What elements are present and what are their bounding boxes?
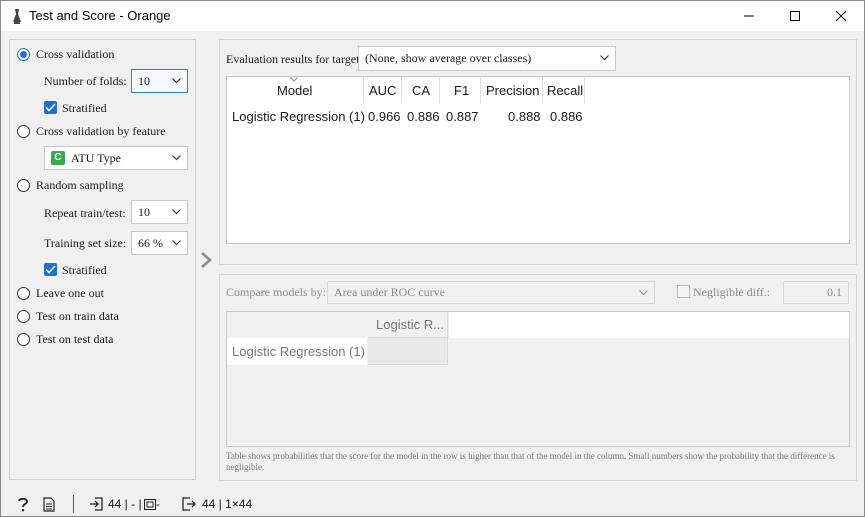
table-corner: [227, 312, 367, 338]
maximize-icon: [790, 11, 800, 21]
folds-combo[interactable]: 10: [131, 69, 188, 93]
orange-app-icon: [13, 9, 21, 24]
title-bar: Test and Score - Orange: [1, 1, 864, 31]
label-cross-validation: Cross validation: [36, 47, 115, 61]
chevron-down-icon: [172, 155, 181, 161]
header-precision-label: Precision: [486, 83, 540, 98]
repeat-value: 10: [138, 205, 150, 219]
compare-row-label: Logistic Regression (1): [232, 344, 365, 359]
output-icon: [182, 497, 196, 511]
stratified-checkbox-1[interactable]: [44, 101, 57, 114]
minimize-icon: [744, 15, 754, 17]
header-fill: [449, 312, 849, 338]
evaluation-table[interactable]: Model AUC CA F1 Precision Recall Logisti…: [226, 76, 850, 244]
chevron-down-icon: [600, 55, 609, 61]
maximize-button[interactable]: [772, 1, 818, 31]
chevron-down-icon: [172, 209, 181, 215]
cell-precision: 0.888: [508, 109, 541, 124]
folds-value: 10: [138, 74, 150, 88]
radio-leave-one-out[interactable]: [17, 287, 30, 300]
label-evaluation-target: Evaluation results for target: [226, 52, 360, 66]
radio-test-on-test[interactable]: [17, 333, 30, 346]
train-size-value: 66 %: [138, 236, 163, 250]
label-random-sampling: Random sampling: [36, 178, 124, 192]
target-combo[interactable]: (None, show average over classes): [358, 46, 616, 71]
negligible-value: 0.1: [827, 285, 842, 299]
status-bar: 44 | - | - 44 | 1×44: [1, 491, 864, 517]
column-header-precision[interactable]: Precision: [481, 77, 543, 103]
window: Test and Score - Orange Cross validation…: [0, 0, 865, 517]
radio-random-sampling[interactable]: [17, 179, 30, 192]
output-summary: 44 | 1×44: [202, 497, 253, 511]
help-icon[interactable]: [17, 497, 29, 512]
cell-recall: 0.886: [550, 109, 583, 124]
check-icon: [45, 103, 56, 112]
input-summary-2: -: [156, 497, 160, 511]
compare-col-label: Logistic R...: [376, 317, 444, 332]
input-summary: 44 | - |: [108, 497, 142, 511]
report-icon[interactable]: [43, 497, 55, 512]
compare-combo[interactable]: Area under ROC curve: [327, 281, 655, 304]
sort-indicator-icon: [290, 77, 298, 82]
feature-value: ATU Type: [71, 151, 121, 165]
target-value: (None, show average over classes): [365, 51, 532, 65]
compare-table[interactable]: Logistic R... Logistic Regression (1): [226, 311, 850, 447]
label-leave-one-out: Leave one out: [36, 286, 104, 300]
data-table-icon: [144, 499, 156, 510]
label-training-set-size: Training set size:: [44, 236, 127, 250]
header-recall-label: Recall: [547, 83, 584, 98]
negligible-checkbox[interactable]: [677, 285, 690, 298]
chevron-down-icon: [172, 78, 181, 84]
chevron-down-icon: [639, 290, 648, 296]
chevron-right-icon[interactable]: [199, 251, 213, 269]
label-stratified-2: Stratified: [62, 263, 107, 277]
cell-auc: 0.966: [368, 109, 401, 124]
column-header-recall[interactable]: Recall: [543, 77, 585, 103]
input-icon: [90, 497, 103, 511]
column-header-model[interactable]: Model: [227, 77, 364, 103]
compare-value: Area under ROC curve: [334, 285, 445, 299]
close-button[interactable]: [818, 1, 864, 31]
compare-note: Table shows probabilities that the score…: [226, 451, 835, 472]
label-repeat: Repeat train/test:: [44, 206, 126, 220]
label-stratified-1: Stratified: [62, 101, 107, 115]
feature-combo[interactable]: C ATU Type: [44, 146, 188, 170]
status-separator: [73, 495, 74, 513]
label-test-on-train: Test on train data: [36, 309, 119, 323]
label-number-of-folds: Number of folds:: [44, 74, 127, 88]
label-test-on-test: Test on test data: [36, 332, 114, 346]
minimize-button[interactable]: [726, 1, 772, 31]
radio-cross-validation[interactable]: [17, 48, 30, 61]
radio-test-on-train[interactable]: [17, 310, 30, 323]
compare-cell: [368, 338, 448, 365]
header-model-label: Model: [277, 83, 313, 98]
categorical-icon: C: [51, 151, 65, 165]
cell-ca: 0.886: [407, 109, 440, 124]
label-cv-by-feature: Cross validation by feature: [36, 124, 166, 138]
stratified-checkbox-2[interactable]: [44, 263, 57, 276]
label-negligible-diff: Negligible diff.:: [693, 285, 771, 299]
close-icon: [835, 10, 847, 22]
column-header-auc[interactable]: AUC: [364, 77, 402, 103]
row-header-compare[interactable]: Logistic Regression (1): [227, 338, 367, 365]
label-compare-by: Compare models by:: [226, 285, 326, 299]
header-auc-label: AUC: [369, 83, 397, 98]
cell-model: Logistic Regression (1): [232, 109, 365, 124]
column-header-f1[interactable]: F1: [440, 77, 481, 103]
column-header-ca[interactable]: CA: [402, 77, 440, 103]
cell-f1: 0.887: [446, 109, 479, 124]
repeat-combo[interactable]: 10: [131, 200, 188, 224]
chevron-down-icon: [172, 240, 181, 246]
train-size-combo[interactable]: 66 %: [131, 231, 188, 255]
radio-cv-by-feature[interactable]: [17, 125, 30, 138]
negligible-input[interactable]: 0.1: [783, 281, 849, 304]
column-header-compare[interactable]: Logistic R...: [368, 312, 448, 338]
check-icon: [45, 265, 56, 274]
window-title: Test and Score - Orange: [29, 8, 171, 23]
header-f1-label: F1: [454, 83, 470, 98]
header-ca-label: CA: [412, 83, 431, 98]
